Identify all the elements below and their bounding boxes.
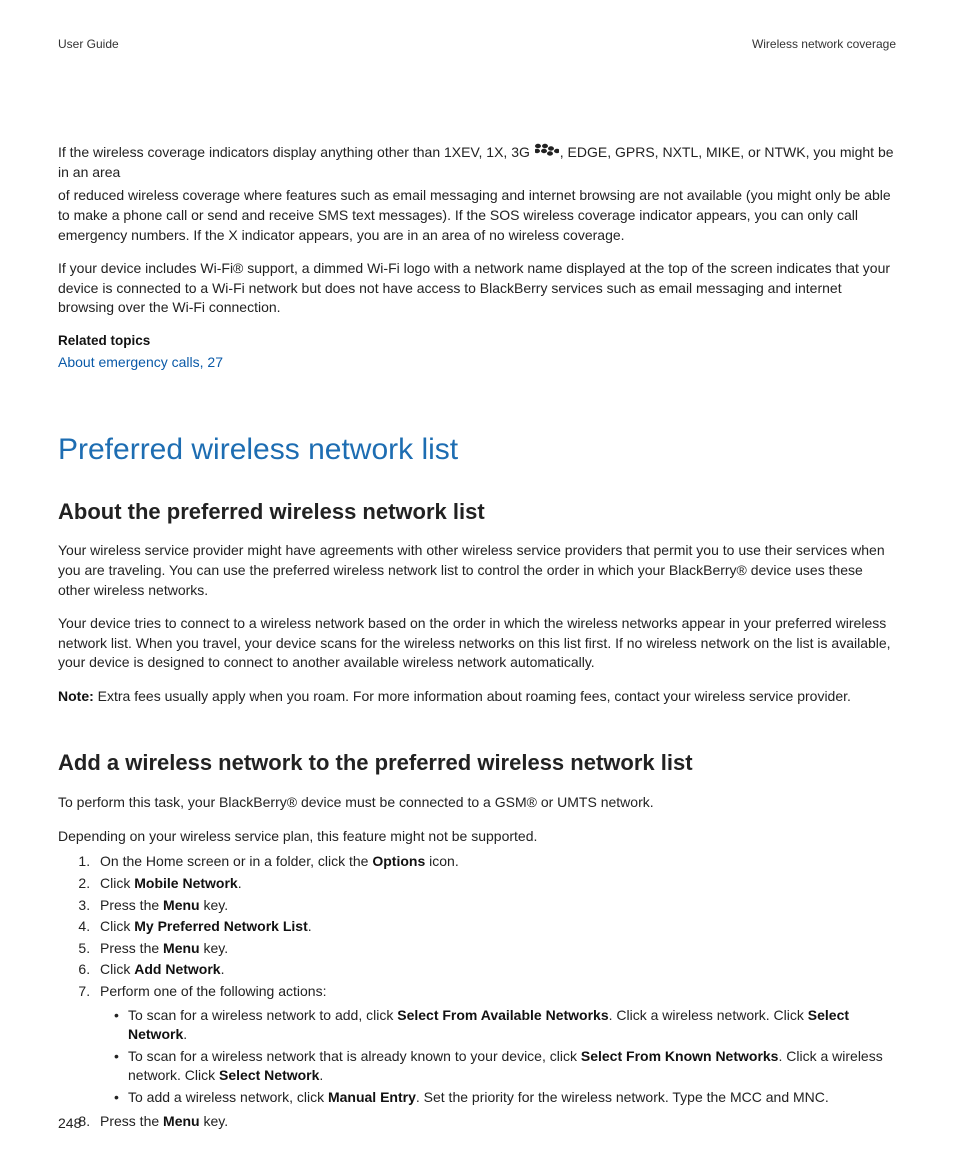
step-3: Press the Menu key. — [94, 896, 896, 916]
add-paragraph-2: Depending on your wireless service plan,… — [58, 827, 896, 847]
step-5: Press the Menu key. — [94, 939, 896, 959]
step-4: Click My Preferred Network List. — [94, 917, 896, 937]
header-right: Wireless network coverage — [752, 36, 896, 53]
step-8: Press the Menu key. — [94, 1112, 896, 1132]
step-7-options: To scan for a wireless network to add, c… — [100, 1006, 896, 1108]
add-heading: Add a wireless network to the preferred … — [58, 748, 896, 779]
blackberry-logo-icon — [535, 143, 559, 163]
related-topics-heading: Related topics — [58, 332, 896, 351]
step-6: Click Add Network. — [94, 960, 896, 980]
intro-paragraph-1-cont: of reduced wireless coverage where featu… — [58, 186, 896, 245]
about-paragraph-1: Your wireless service provider might hav… — [58, 541, 896, 600]
step-7-option-2: To scan for a wireless network that is a… — [114, 1047, 896, 1086]
about-note: Note: Extra fees usually apply when you … — [58, 687, 896, 707]
step-7-option-1: To scan for a wireless network to add, c… — [114, 1006, 896, 1045]
related-link-emergency-calls[interactable]: About emergency calls, 27 — [58, 354, 223, 370]
section-title: Preferred wireless network list — [58, 429, 896, 471]
header-left: User Guide — [58, 36, 119, 53]
step-7-option-3: To add a wireless network, click Manual … — [114, 1088, 896, 1108]
step-2: Click Mobile Network. — [94, 874, 896, 894]
intro-paragraph-1-line1: If the wireless coverage indicators disp… — [58, 143, 896, 183]
page-header: User Guide Wireless network coverage — [58, 36, 896, 53]
page-number: 248 — [58, 1114, 81, 1134]
add-paragraph-1: To perform this task, your BlackBerry® d… — [58, 793, 896, 813]
about-paragraph-2: Your device tries to connect to a wirele… — [58, 614, 896, 673]
about-heading: About the preferred wireless network lis… — [58, 497, 896, 528]
step-1: On the Home screen or in a folder, click… — [94, 852, 896, 872]
add-steps-list: On the Home screen or in a folder, click… — [58, 852, 896, 1131]
intro-paragraph-2: If your device includes Wi-Fi® support, … — [58, 259, 896, 318]
step-7: Perform one of the following actions: To… — [94, 982, 896, 1108]
